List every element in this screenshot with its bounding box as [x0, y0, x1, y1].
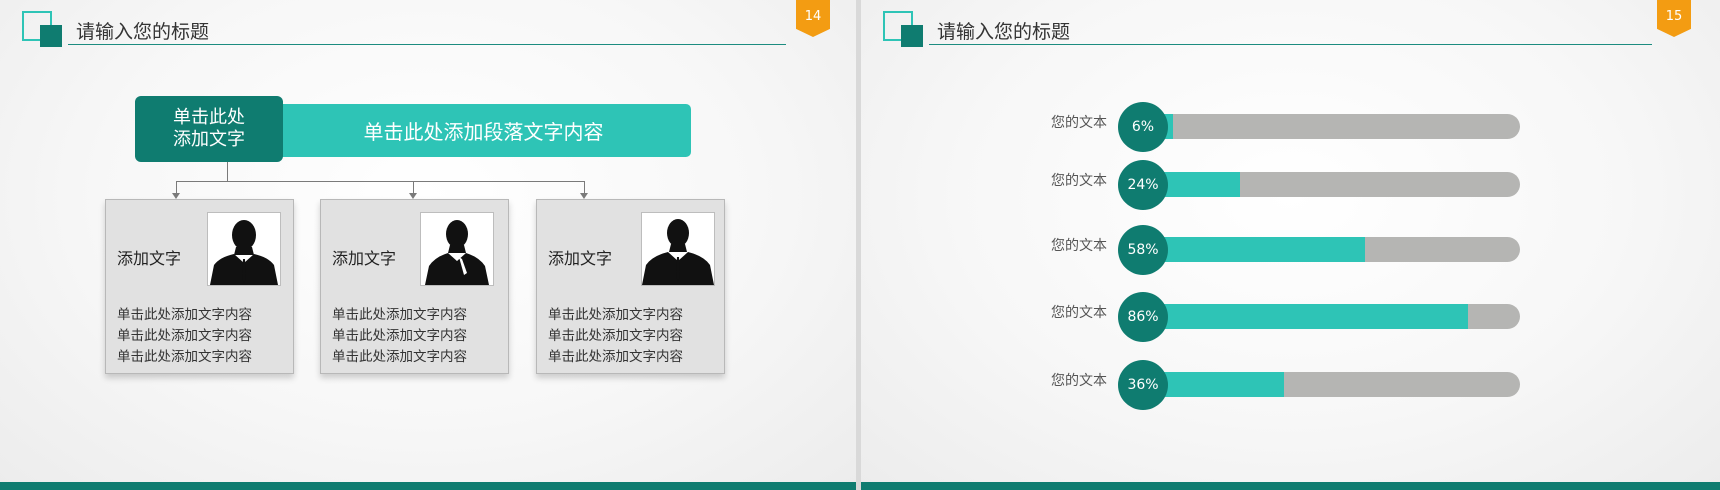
progress-track: [1151, 372, 1520, 397]
progress-track: [1151, 237, 1520, 262]
card-line: 单击此处添加文字内容: [332, 328, 467, 344]
progress-row: 您的文本 24%: [861, 160, 1720, 210]
progress-row: 您的文本 86%: [861, 292, 1720, 342]
progress-row: 您的文本 58%: [861, 225, 1720, 275]
progress-percent: 58%: [1118, 225, 1168, 275]
title-underline: [68, 44, 786, 45]
person-silhouette-icon: [420, 212, 494, 286]
card-text: 单击此处添加文字内容 单击此处添加文字内容 单击此处添加文字内容: [117, 305, 252, 368]
progress-track: [1151, 304, 1520, 329]
person-silhouette-icon: [641, 212, 715, 286]
slide-title: 请输入您的标题: [937, 21, 1071, 43]
card-line: 单击此处添加文字内容: [117, 307, 252, 323]
connector-drop-1: [176, 181, 177, 193]
logo-squares-icon: [883, 11, 923, 49]
card-line: 单击此处添加文字内容: [548, 328, 683, 344]
progress-label: 您的文本: [1051, 373, 1107, 389]
card-label: 添加文字: [548, 249, 613, 268]
progress-row: 您的文本 6%: [861, 102, 1720, 152]
slide-14: 请输入您的标题 14 单击此处 添加文字 单击此处添加段落文字内容 添加文字 单…: [0, 0, 856, 490]
bottom-bar: [0, 482, 856, 490]
card-label: 添加文字: [117, 249, 182, 268]
card-line: 单击此处添加文字内容: [548, 307, 683, 323]
card-line: 单击此处添加文字内容: [548, 349, 683, 365]
card-line: 单击此处添加文字内容: [332, 307, 467, 323]
logo-squares-icon: [22, 11, 62, 49]
card-line: 单击此处添加文字内容: [117, 328, 252, 344]
card-line: 单击此处添加文字内容: [117, 349, 252, 365]
progress-track: [1151, 114, 1520, 139]
progress-label: 您的文本: [1051, 305, 1107, 321]
title-underline: [929, 44, 1652, 45]
card-text: 单击此处添加文字内容 单击此处添加文字内容 单击此处添加文字内容: [548, 305, 683, 368]
progress-percent: 86%: [1118, 292, 1168, 342]
progress-fill: [1151, 237, 1366, 262]
card-line: 单击此处添加文字内容: [332, 349, 467, 365]
slide-15: 请输入您的标题 15 您的文本 6% 您的文本 24% 您的文本 58% 您的文…: [861, 0, 1720, 490]
progress-fill: [1151, 372, 1284, 397]
connector-drop-2: [413, 181, 414, 193]
person-card[interactable]: 添加文字 单击此处添加文字内容 单击此处添加文字内容 单击此处添加文字内容: [536, 199, 725, 374]
page-number-badge: 15: [1657, 0, 1691, 37]
card-label: 添加文字: [332, 249, 397, 268]
progress-percent: 24%: [1118, 160, 1168, 210]
connector-horizontal: [176, 181, 585, 182]
progress-label: 您的文本: [1051, 173, 1107, 189]
progress-fill: [1151, 304, 1469, 329]
slide-title: 请输入您的标题: [76, 21, 210, 43]
connector-drop-3: [584, 181, 585, 193]
header-block[interactable]: 单击此处 添加文字: [135, 96, 283, 162]
progress-track: [1151, 172, 1520, 197]
header-banner[interactable]: 单击此处添加段落文字内容: [276, 104, 691, 157]
progress-row: 您的文本 36%: [861, 360, 1720, 410]
person-card[interactable]: 添加文字 单击此处添加文字内容 单击此处添加文字内容 单击此处添加文字内容: [320, 199, 509, 374]
header-title: 单击此处 添加文字: [173, 107, 245, 150]
connector-stem: [227, 162, 228, 181]
progress-label: 您的文本: [1051, 238, 1107, 254]
person-silhouette-icon: [207, 212, 281, 286]
person-card[interactable]: 添加文字 单击此处添加文字内容 单击此处添加文字内容 单击此处添加文字内容: [105, 199, 294, 374]
progress-percent: 6%: [1118, 102, 1168, 152]
card-text: 单击此处添加文字内容 单击此处添加文字内容 单击此处添加文字内容: [332, 305, 467, 368]
progress-label: 您的文本: [1051, 115, 1107, 131]
bottom-bar: [861, 482, 1720, 490]
progress-percent: 36%: [1118, 360, 1168, 410]
page-number-badge: 14: [796, 0, 830, 37]
